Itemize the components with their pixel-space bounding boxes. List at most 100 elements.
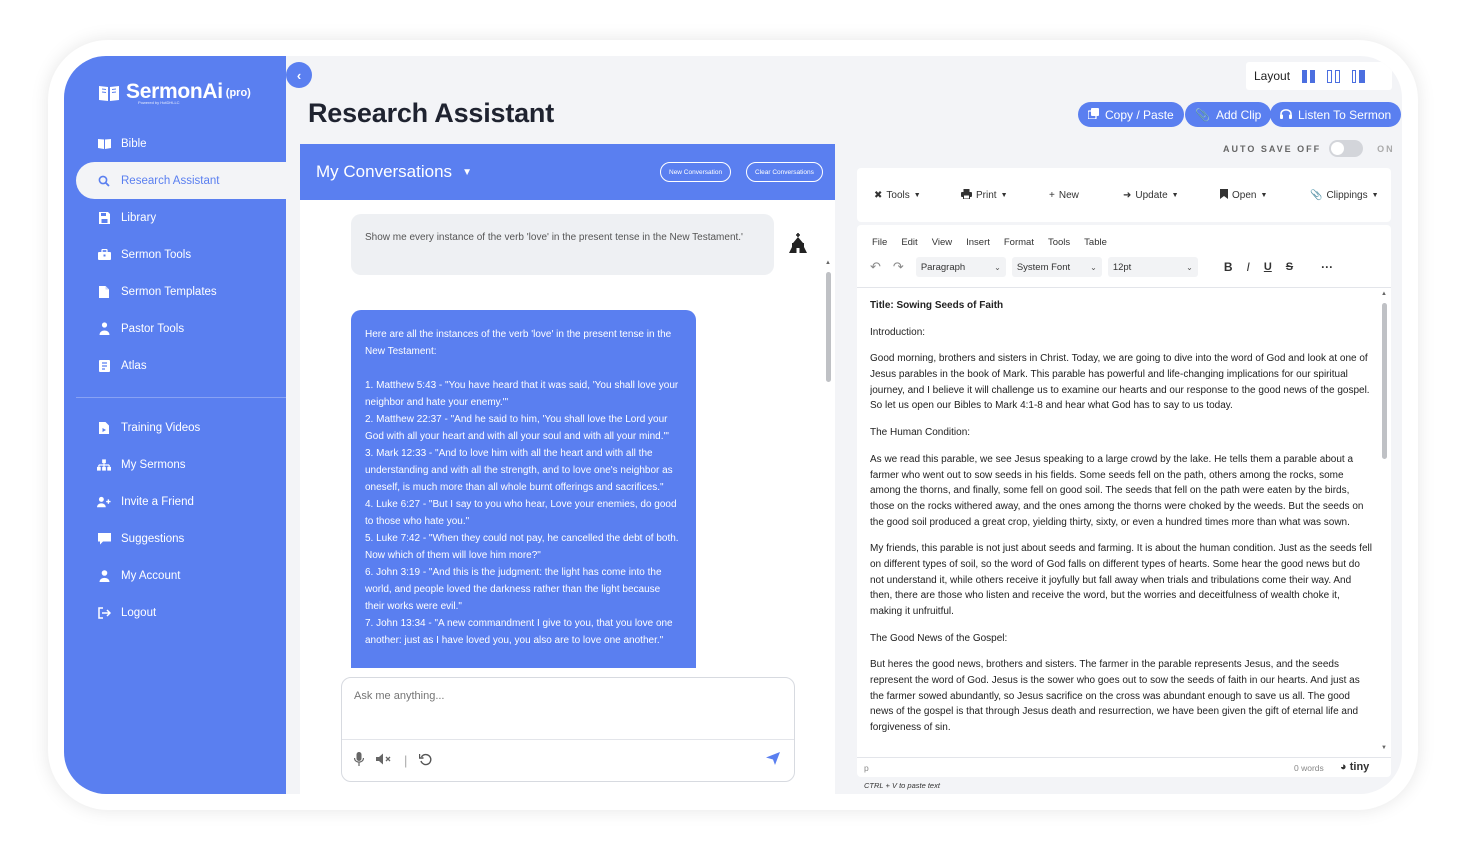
toolbar-divider [857, 287, 1391, 288]
open-menu[interactable]: Open ▼ [1220, 188, 1267, 202]
font-size-select[interactable]: 12pt ⌄ [1107, 257, 1198, 277]
import-icon: ➜ [1123, 189, 1132, 201]
italic-icon[interactable]: I [1246, 260, 1249, 274]
bold-icon[interactable]: B [1224, 260, 1233, 274]
sidebar-item-research-assistant[interactable]: Research Assistant [76, 162, 286, 199]
print-menu[interactable]: Print ▼ [961, 188, 1008, 202]
sidebar-item-label: Bible [121, 137, 147, 150]
sidebar-item-label: Sermon Tools [121, 248, 192, 261]
copy-icon [1087, 107, 1099, 122]
scroll-up-arrow-icon[interactable]: ▲ [1381, 291, 1387, 297]
scroll-down-arrow-icon[interactable]: ▼ [1381, 745, 1387, 751]
caret-down-icon[interactable]: ▼ [462, 167, 472, 178]
headphones-icon [1280, 108, 1292, 122]
conversations-dropdown[interactable]: My Conversations [316, 162, 452, 182]
document-scrollbar[interactable]: ▲ ▼ [1381, 291, 1388, 755]
user-icon [97, 569, 111, 583]
scroll-thumb[interactable] [826, 272, 831, 382]
assistant-message-line [365, 360, 682, 377]
sidebar-item-suggestions[interactable]: Suggestions [76, 520, 286, 557]
menu-view[interactable]: View [932, 237, 952, 248]
menu-format[interactable]: Format [1004, 237, 1034, 248]
layout-outline-icon[interactable] [1327, 69, 1341, 83]
document-paragraph: Introduction: [870, 326, 926, 338]
paperclip-icon: 📎 [1195, 107, 1210, 122]
listen-to-sermon-button[interactable]: Listen To Sermon [1270, 102, 1402, 127]
user-plus-icon [97, 495, 111, 509]
layout-sidebar-icon[interactable] [1352, 69, 1366, 83]
editor-statusbar: p 0 words ◕ tiny [857, 757, 1391, 777]
message-list[interactable]: Show me every instance of the verb 'love… [300, 200, 835, 668]
sidebar-item-invite-a-friend[interactable]: Invite a Friend [76, 483, 286, 520]
sidebar-item-library[interactable]: Library [76, 199, 286, 236]
menu-table[interactable]: Table [1084, 237, 1107, 248]
layout-split-icon[interactable] [1302, 69, 1316, 83]
video-file-icon [97, 421, 111, 435]
menu-tools[interactable]: Tools [1048, 237, 1070, 248]
scroll-up-arrow-icon[interactable]: ▲ [825, 260, 831, 266]
sidebar-item-my-sermons[interactable]: My Sermons [76, 446, 286, 483]
document-paragraph: But heres the good news, brothers and si… [870, 659, 1360, 734]
reset-icon[interactable] [419, 753, 432, 769]
mute-icon[interactable] [376, 753, 392, 768]
sidebar-item-atlas[interactable]: Atlas [76, 347, 286, 384]
menu-edit[interactable]: Edit [901, 237, 917, 248]
sidebar-item-training-videos[interactable]: Training Videos [76, 409, 286, 446]
sidebar-item-label: Atlas [121, 359, 147, 372]
clippings-menu[interactable]: 📎 Clippings ▼ [1310, 190, 1379, 201]
chevron-down-icon: ⌄ [994, 262, 1001, 272]
sidebar-item-logout[interactable]: Logout [76, 594, 286, 631]
undo-icon[interactable]: ↶ [870, 259, 881, 275]
assistant-message-line: Here are all the instances of the verb '… [365, 329, 672, 357]
map-icon [97, 359, 111, 373]
send-icon[interactable] [766, 752, 780, 768]
ask-input[interactable] [354, 690, 774, 702]
collapse-sidebar-button[interactable]: ‹ [286, 62, 312, 88]
menu-file[interactable]: File [872, 237, 887, 248]
assistant-message-line: 5. Luke 7:42 - "When they could not pay,… [365, 533, 679, 561]
sidebar-item-sermon-tools[interactable]: Sermon Tools [76, 236, 286, 273]
input-divider [342, 739, 794, 740]
add-clip-label: Add Clip [1215, 107, 1262, 122]
paste-hint: CTRL + V to paste text [864, 781, 940, 790]
update-menu[interactable]: ➜ Update ▼ [1123, 190, 1179, 201]
sidebar-item-bible[interactable]: Bible [76, 125, 286, 162]
brand-tagline: Powered by HotDHLLC [138, 100, 180, 105]
strikethrough-icon[interactable]: S [1286, 261, 1293, 273]
tiny-logo[interactable]: ◕ tiny [1340, 761, 1369, 773]
font-family-value: System Font [1016, 261, 1071, 273]
redo-icon[interactable]: ↷ [893, 259, 904, 275]
logout-icon [97, 606, 111, 620]
assistant-message-line: 4. Luke 6:27 - "But I say to you who hea… [365, 499, 677, 527]
new-document-button[interactable]: + New [1049, 190, 1079, 201]
more-options-icon[interactable]: ··· [1321, 260, 1333, 274]
sidebar-item-label: Research Assistant [121, 174, 220, 187]
underline-icon[interactable]: U [1264, 261, 1272, 273]
message-scrollbar[interactable]: ▲ ▼ [825, 260, 832, 668]
copy-paste-button[interactable]: Copy / Paste [1078, 102, 1184, 127]
tools-divider: | [404, 753, 408, 768]
document-paragraph: The Good News of the Gospel: [870, 632, 1008, 644]
document-body[interactable]: Title: Sowing Seeds of Faith Introductio… [870, 298, 1372, 756]
toolbox-icon [97, 248, 111, 262]
microphone-icon[interactable] [353, 752, 365, 769]
menu-insert[interactable]: Insert [966, 237, 990, 248]
scroll-thumb[interactable] [1382, 303, 1387, 459]
add-clip-button[interactable]: 📎 Add Clip [1185, 102, 1272, 127]
clear-conversations-button[interactable]: Clear Conversations [746, 162, 823, 182]
font-family-select[interactable]: System Font ⌄ [1011, 257, 1102, 277]
block-format-value: Paragraph [920, 261, 966, 273]
block-format-select[interactable]: Paragraph ⌄ [915, 257, 1006, 277]
new-conversation-button[interactable]: New Conversation [660, 162, 732, 182]
sidebar-item-pastor-tools[interactable]: Pastor Tools [76, 310, 286, 347]
tools-menu[interactable]: ✖ Tools ▼ [874, 190, 921, 201]
sidebar-item-my-account[interactable]: My Account [76, 557, 286, 594]
caret-down-icon: ▼ [1000, 191, 1008, 199]
app-window: SermonAi (pro) Powered by HotDHLLC Bible… [64, 56, 1402, 794]
sidebar-item-sermon-templates[interactable]: Sermon Templates [76, 273, 286, 310]
conversation-panel: My Conversations ▼ New Conversation Clea… [300, 144, 835, 794]
page-title: Research Assistant [308, 98, 555, 128]
format-toolbar: ↶ ↷ Paragraph ⌄ System Font ⌄ 12pt ⌄ B I U … [870, 257, 1333, 277]
autosave-toggle[interactable] [1329, 140, 1364, 157]
tiny-brand-text: tiny [1349, 761, 1370, 773]
